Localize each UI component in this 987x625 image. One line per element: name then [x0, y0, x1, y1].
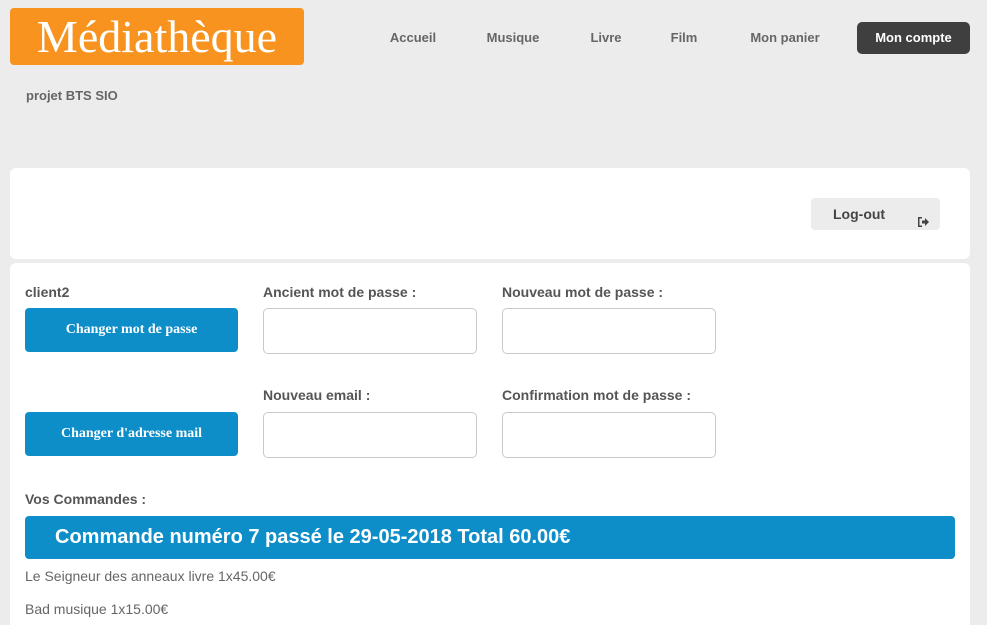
nav-item-livre[interactable]: Livre	[582, 22, 630, 54]
username-label: client2	[25, 284, 70, 300]
new-email-label: Nouveau email :	[263, 387, 371, 403]
order-summary-bar[interactable]: Commande numéro 7 passé le 29-05-2018 To…	[25, 516, 955, 559]
main-nav: Accueil Musique Livre Film Mon panier Mo…	[0, 22, 987, 54]
logout-button[interactable]: Log-out	[811, 198, 940, 230]
nav-item-accueil[interactable]: Accueil	[378, 22, 448, 54]
old-password-label: Ancient mot de passe :	[263, 284, 417, 300]
account-header-panel: Log-out	[10, 168, 970, 259]
sign-out-icon	[917, 207, 930, 239]
nav-item-film[interactable]: Film	[662, 22, 706, 54]
confirm-password-field[interactable]	[502, 412, 716, 458]
order-line-item: Le Seigneur des anneaux livre 1x45.00€	[25, 568, 276, 584]
change-password-button[interactable]: Changer mot de passe	[25, 308, 238, 352]
change-email-button[interactable]: Changer d'adresse mail	[25, 412, 238, 456]
old-password-field[interactable]	[263, 308, 477, 354]
order-line-item: Bad musique 1x15.00€	[25, 601, 169, 617]
new-email-field[interactable]	[263, 412, 477, 458]
nav-item-mon-compte[interactable]: Mon compte	[857, 22, 970, 54]
orders-heading: Vos Commandes :	[25, 491, 147, 507]
nav-item-musique[interactable]: Musique	[478, 22, 548, 54]
logout-label: Log-out	[833, 206, 886, 222]
site-subtitle: projet BTS SIO	[26, 88, 118, 103]
account-main-panel: client2 Changer mot de passe Ancient mot…	[10, 263, 970, 625]
confirm-password-label: Confirmation mot de passe :	[502, 387, 692, 403]
nav-item-mon-panier[interactable]: Mon panier	[738, 22, 832, 54]
new-password-field[interactable]	[502, 308, 716, 354]
new-password-label: Nouveau mot de passe :	[502, 284, 664, 300]
